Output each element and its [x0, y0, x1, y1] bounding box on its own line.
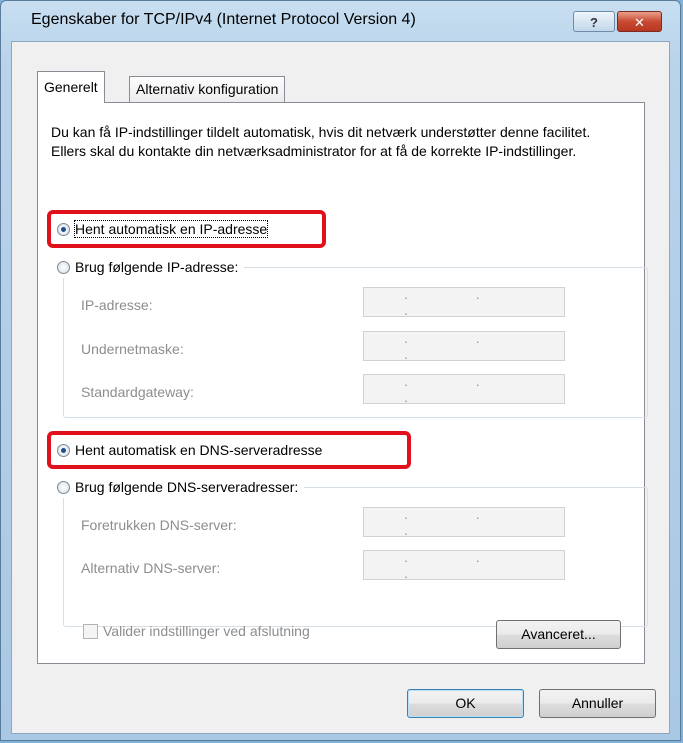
subnet-mask-value: . . . — [404, 330, 512, 362]
tab-panel-generelt: Du kan få IP-indstillinger tildelt autom… — [37, 102, 648, 664]
radio-ip-manual[interactable]: Brug følgende IP-adresse: — [57, 256, 245, 278]
cancel-button[interactable]: Annuller — [539, 689, 656, 718]
ip-address-input[interactable]: . . . — [363, 286, 565, 318]
radio-ip-manual-indicator[interactable] — [57, 260, 70, 274]
tab-generelt[interactable]: Generelt — [37, 71, 105, 103]
radio-ip-manual-label: Brug følgende IP-adresse: — [75, 259, 239, 275]
dialog-client-area: Generelt Alternativ konfiguration Du kan… — [11, 41, 670, 734]
tab-alternativ-konfiguration[interactable]: Alternativ konfiguration — [129, 76, 286, 103]
radio-dns-manual[interactable]: Brug følgende DNS-serveradresser: — [57, 476, 305, 498]
dialog-window: Egenskaber for TCP/IPv4 (Internet Protoc… — [0, 0, 681, 741]
default-gateway-label: Standardgateway: — [81, 384, 194, 400]
close-icon: ✕ — [634, 15, 645, 30]
radio-dns-manual-indicator[interactable] — [57, 480, 70, 494]
alternate-dns-label: Alternativ DNS-server: — [81, 560, 221, 576]
subnet-mask-input[interactable]: . . . — [363, 330, 565, 362]
radio-dns-auto[interactable]: Hent automatisk en DNS-serveradresse — [57, 439, 329, 461]
subnet-mask-label: Undernetmaske: — [81, 341, 184, 357]
preferred-dns-value: . . . — [404, 506, 512, 538]
intro-text: Du kan få IP-indstillinger tildelt autom… — [51, 124, 591, 159]
ok-button[interactable]: OK — [407, 689, 524, 718]
validate-settings-checkbox-row[interactable]: Valider indstillinger ved afslutning — [83, 623, 310, 639]
help-button[interactable]: ? — [573, 11, 615, 32]
default-gateway-input[interactable]: . . . — [363, 373, 565, 405]
close-button[interactable]: ✕ — [617, 11, 662, 32]
radio-dns-auto-indicator[interactable] — [57, 443, 70, 457]
validate-settings-label: Valider indstillinger ved afslutning — [103, 623, 310, 639]
window-title: Egenskaber for TCP/IPv4 (Internet Protoc… — [31, 11, 416, 28]
ip-address-value: . . . — [404, 286, 512, 318]
help-icon: ? — [590, 15, 598, 30]
alternate-dns-input[interactable]: . . . — [363, 549, 565, 581]
preferred-dns-input[interactable]: . . . — [363, 506, 565, 538]
validate-settings-checkbox[interactable] — [83, 623, 98, 639]
advanced-button[interactable]: Avanceret... — [496, 620, 621, 649]
alternate-dns-value: . . . — [404, 549, 512, 581]
default-gateway-value: . . . — [404, 373, 512, 405]
radio-ip-auto-label: Hent automatisk en IP-adresse — [73, 220, 269, 238]
ip-address-label: IP-adresse: — [81, 297, 153, 313]
radio-dns-auto-label: Hent automatisk en DNS-serveradresse — [75, 442, 323, 458]
title-bar[interactable]: Egenskaber for TCP/IPv4 (Internet Protoc… — [1, 1, 680, 41]
radio-ip-auto[interactable]: Hent automatisk en IP-adresse — [57, 218, 274, 240]
radio-ip-auto-indicator[interactable] — [57, 222, 70, 236]
radio-dns-manual-label: Brug følgende DNS-serveradresser: — [75, 479, 299, 495]
preferred-dns-label: Foretrukken DNS-server: — [81, 517, 237, 533]
